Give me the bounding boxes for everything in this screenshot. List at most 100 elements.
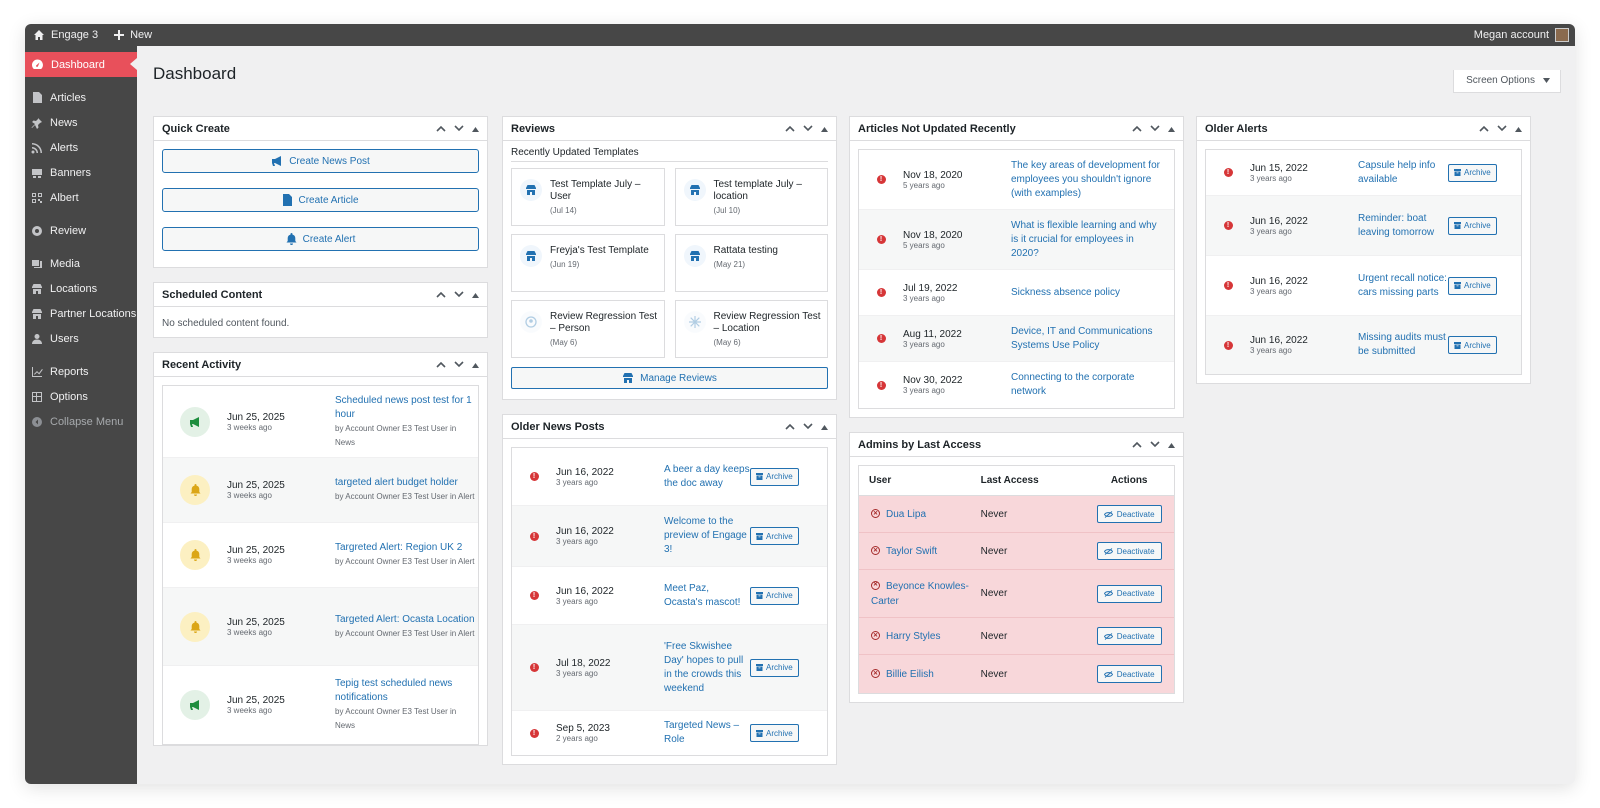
item-title-link[interactable]: Urgent recall notice: cars missing parts [1358,272,1448,300]
archive-button[interactable]: Archive [1448,336,1497,354]
item-title-link[interactable]: Targreted Alert: Region UK 2 [335,541,475,555]
item-title-link[interactable]: Sickness absence policy [1011,286,1161,300]
template-card[interactable]: Rattata testing (May 21) [674,234,828,292]
sidebar-item-review[interactable]: Review [25,218,137,243]
user-name-link[interactable]: Dua Lipa [886,509,926,520]
template-card[interactable]: Review Regression Test – Person (May 6) [511,300,665,358]
deactivate-button[interactable]: Deactivate [1096,627,1162,645]
sidebar-item-media[interactable]: Media [25,251,137,276]
move-down-icon[interactable] [803,421,813,433]
sidebar-item-albert[interactable]: Albert [25,185,137,210]
account-menu[interactable]: Megan account [1474,28,1575,42]
template-card[interactable]: Test Template July – User (Jul 14) [511,168,665,226]
move-up-icon[interactable] [436,289,446,301]
toggle-panel-icon[interactable] [821,123,828,135]
item-title-link[interactable]: Welcome to the preview of Engage 3! [664,515,750,557]
eye-slash-icon [1103,632,1113,640]
bell-icon [180,611,210,642]
toggle-panel-icon[interactable] [821,421,828,433]
item-title-link[interactable]: Meet Paz, Ocasta's mascot! [664,582,750,610]
item-title-link[interactable]: Missing audits must be submitted [1358,331,1448,359]
archive-button[interactable]: Archive [750,658,799,677]
document-icon [33,92,42,103]
move-up-icon[interactable] [1132,123,1142,135]
item-title-link[interactable]: Reminder: boat leaving tomorrow [1358,212,1448,240]
sidebar-item-users[interactable]: Users [25,326,137,351]
archive-icon [1454,341,1461,349]
toggle-panel-icon[interactable] [472,123,479,135]
move-down-icon[interactable] [803,123,813,135]
template-card[interactable]: Freyja's Test Template (Jun 19) [511,234,665,292]
item-title-link[interactable]: Scheduled news post test for 1 hour [335,394,475,422]
sidebar-item-alerts[interactable]: Alerts [25,135,137,160]
move-up-icon[interactable] [436,123,446,135]
item-title-link[interactable]: What is flexible learning and why is it … [1011,219,1161,261]
sidebar-item-articles[interactable]: Articles [25,85,137,110]
sidebar-item-partner-locations[interactable]: Partner Locations [25,301,137,326]
column-1: Quick Create Create News Post Create Art… [153,116,488,760]
move-up-icon[interactable] [785,123,795,135]
move-down-icon[interactable] [1150,123,1160,135]
site-home-link[interactable]: Engage 3 [25,24,106,46]
user-name-link[interactable]: Beyonce Knowles-Carter [871,581,969,607]
create-news-post-button[interactable]: Create News Post [162,149,479,173]
move-up-icon[interactable] [785,421,795,433]
archive-button[interactable]: Archive [1448,216,1497,235]
create-article-button[interactable]: Create Article [162,188,479,212]
move-up-icon[interactable] [1132,439,1142,451]
item-title-link[interactable]: targeted alert budget holder [335,476,475,490]
item-title-link[interactable]: 'Free Skwishee Day' hopes to pull in the… [664,640,750,696]
store-icon [32,283,42,294]
toggle-panel-icon[interactable] [1515,123,1522,135]
create-alert-button[interactable]: Create Alert [162,227,479,251]
admins-widget: Admins by Last Access User Last Access A… [849,432,1184,703]
archive-button[interactable]: Archive [750,586,799,605]
template-card[interactable]: Test template July – location (Jul 10) [674,168,828,226]
item-date: Jun 25, 2025 [227,411,285,423]
deactivate-button[interactable]: Deactivate [1096,505,1162,523]
sidebar-item-locations[interactable]: Locations [25,276,137,301]
item-title-link[interactable]: The key areas of development for employe… [1011,159,1161,201]
move-up-icon[interactable] [1479,123,1489,135]
item-title-link[interactable]: Targeted Alert: Ocasta Location [335,613,475,627]
sidebar-item-options[interactable]: Options [25,384,137,409]
sidebar-item-news[interactable]: News [25,110,137,135]
template-card[interactable]: Review Regression Test – Location (May 6) [674,300,828,358]
deactivate-button[interactable]: Deactivate [1096,665,1162,683]
toggle-panel-icon[interactable] [472,289,479,301]
item-title-link[interactable]: Connecting to the corporate network [1011,371,1161,399]
move-down-icon[interactable] [454,123,464,135]
archive-button[interactable]: Archive [1448,276,1497,295]
item-title-link[interactable]: Targeted News – Role [664,719,750,747]
move-up-icon[interactable] [436,359,446,371]
deactivate-button[interactable]: Deactivate [1096,542,1162,560]
sidebar-item-banners[interactable]: Banners [25,160,137,185]
screen-options-button[interactable]: Screen Options [1453,70,1561,93]
manage-reviews-button[interactable]: Manage Reviews [511,367,828,389]
warning-icon: ! [1223,221,1233,230]
toggle-panel-icon[interactable] [1168,123,1175,135]
item-title-link[interactable]: Device, IT and Communications Systems Us… [1011,325,1161,353]
deactivate-button[interactable]: Deactivate [1096,584,1162,603]
archive-button[interactable]: Archive [750,724,799,742]
user-name-link[interactable]: Taylor Swift [886,546,937,557]
toggle-panel-icon[interactable] [1168,439,1175,451]
user-name-link[interactable]: Harry Styles [886,631,940,642]
user-name-link[interactable]: Billie Eilish [886,669,934,680]
toggle-panel-icon[interactable] [472,359,479,371]
avatar [1555,28,1569,42]
item-title-link[interactable]: A beer a day keeps the doc away [664,463,750,491]
collapse-menu-button[interactable]: Collapse Menu [25,409,137,434]
move-down-icon[interactable] [1497,123,1507,135]
archive-button[interactable]: Archive [750,467,799,486]
move-down-icon[interactable] [1150,439,1160,451]
sidebar-item-reports[interactable]: Reports [25,359,137,384]
new-content-button[interactable]: New [106,24,160,46]
archive-button[interactable]: Archive [1448,163,1497,182]
item-title-link[interactable]: Capsule help info available [1358,159,1448,187]
item-title-link[interactable]: Tepig test scheduled news notifications [335,677,475,705]
move-down-icon[interactable] [454,289,464,301]
move-down-icon[interactable] [454,359,464,371]
archive-button[interactable]: Archive [750,527,799,545]
sidebar-item-dashboard[interactable]: Dashboard [25,52,137,77]
